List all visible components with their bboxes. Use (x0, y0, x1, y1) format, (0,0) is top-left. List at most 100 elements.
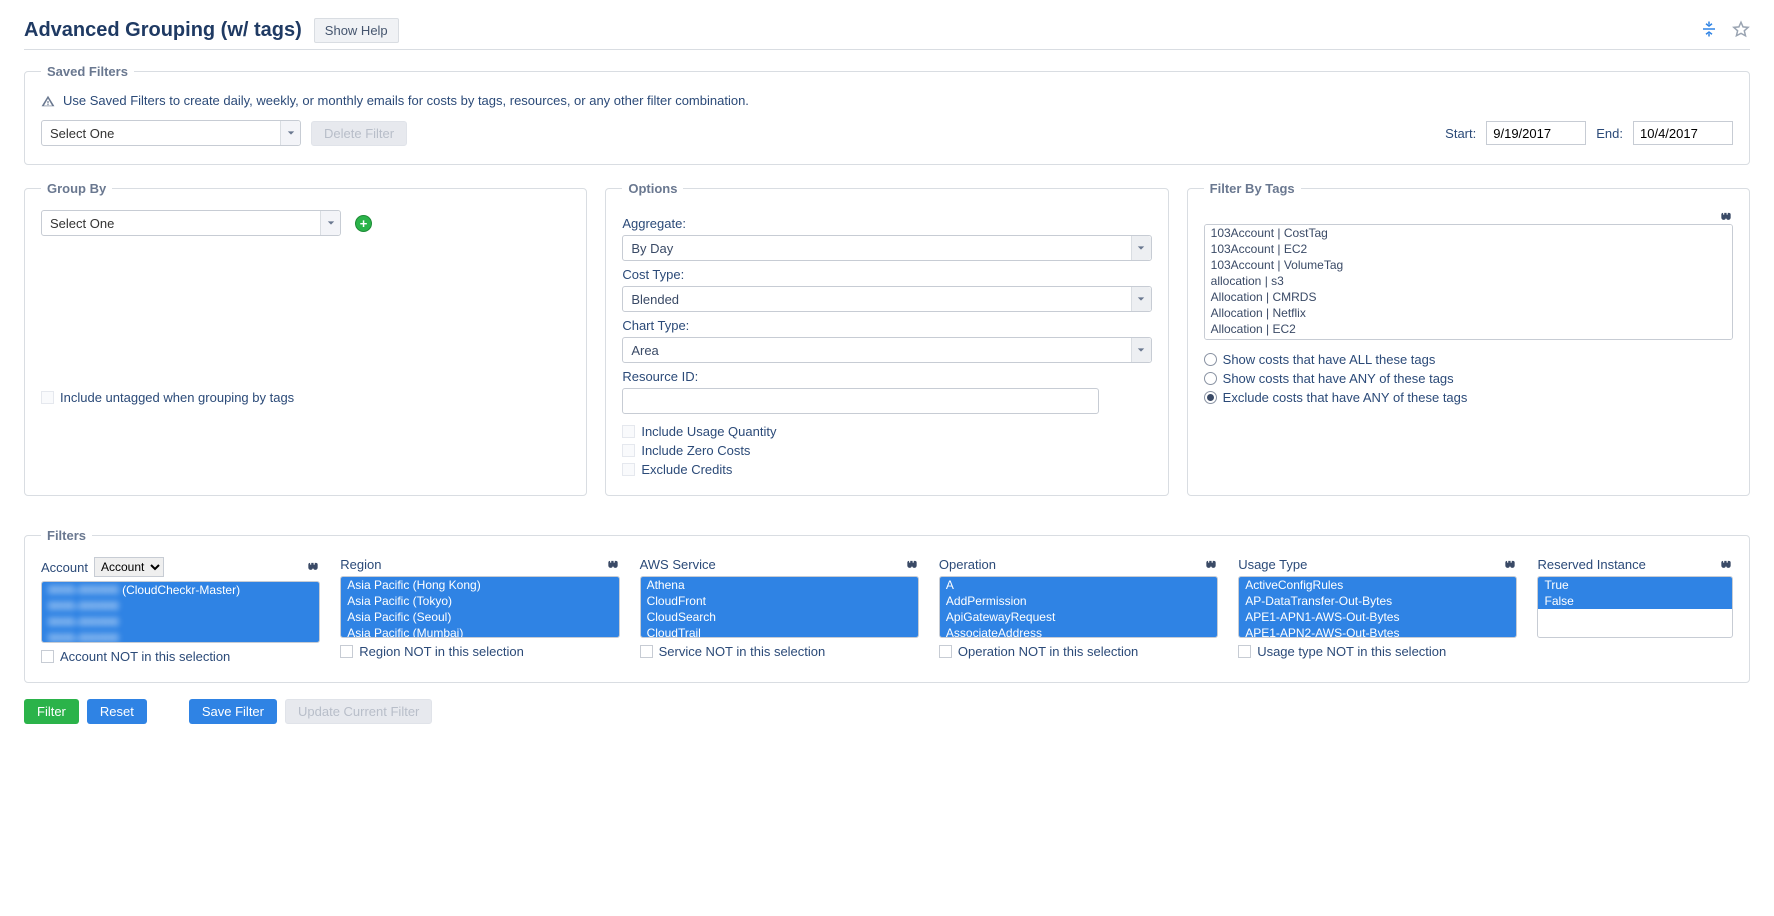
aggregate-select[interactable]: By Day (622, 235, 1151, 261)
list-item[interactable]: 0000-000000 (CloudCheckr-Master) (42, 582, 319, 598)
list-item[interactable]: Asia Pacific (Mumbai) (341, 625, 618, 638)
filter-by-tags-panel: Filter By Tags 103Account | CostTag103Ac… (1187, 181, 1750, 496)
list-item[interactable]: Allocation | Netflix (1205, 305, 1732, 321)
list-item[interactable]: CloudSearch (641, 609, 918, 625)
delete-filter-button[interactable]: Delete Filter (311, 121, 407, 146)
filters-legend: Filters (41, 528, 92, 543)
list-item[interactable]: 0000-000000 (42, 630, 319, 643)
list-item[interactable]: 0000-000000 (42, 614, 319, 630)
list-item[interactable]: ActiveConfigRules (1239, 577, 1516, 593)
checkbox-icon (622, 463, 635, 476)
aggregate-value: By Day (631, 241, 1130, 256)
list-item[interactable]: A (940, 577, 1217, 593)
list-item[interactable]: Allocation | CMRDS (1205, 289, 1732, 305)
usage-type-not-checkbox[interactable]: Usage type NOT in this selection (1238, 644, 1517, 659)
list-item[interactable]: APE1-APN2-AWS-Out-Bytes (1239, 625, 1516, 638)
exclude-credits-label: Exclude Credits (641, 462, 732, 477)
list-item[interactable]: Asia Pacific (Tokyo) (341, 593, 618, 609)
region-listbox[interactable]: Asia Pacific (Hong Kong)Asia Pacific (To… (340, 576, 619, 638)
list-item[interactable]: ApiGatewayRequest (940, 609, 1217, 625)
list-item[interactable]: 103Account | EC2 (1205, 241, 1732, 257)
info-message: Use Saved Filters to create daily, weekl… (41, 93, 1733, 108)
account-type-select[interactable]: Account (94, 557, 164, 577)
checkbox-icon (622, 425, 635, 438)
service-not-label: Service NOT in this selection (659, 644, 826, 659)
chart-type-select[interactable]: Area (622, 337, 1151, 363)
filter-usage-type-label: Usage Type (1238, 557, 1307, 572)
resource-id-label: Resource ID: (622, 369, 1151, 384)
reset-button[interactable]: Reset (87, 699, 147, 724)
service-not-checkbox[interactable]: Service NOT in this selection (640, 644, 919, 659)
end-date-input[interactable] (1633, 121, 1733, 145)
saved-filter-select[interactable]: Select One (41, 120, 301, 146)
radio-exclude-tags[interactable]: Exclude costs that have ANY of these tag… (1204, 390, 1733, 405)
aws-service-listbox[interactable]: AthenaCloudFrontCloudSearchCloudTrail (640, 576, 919, 638)
list-item[interactable]: Athena (641, 577, 918, 593)
update-filter-button[interactable]: Update Current Filter (285, 699, 432, 724)
binoculars-icon[interactable] (1719, 210, 1733, 224)
list-item[interactable]: Allocation | EC2 (1205, 321, 1732, 337)
binoculars-icon[interactable] (1204, 558, 1218, 572)
operation-not-checkbox[interactable]: Operation NOT in this selection (939, 644, 1218, 659)
include-zero-costs-checkbox[interactable]: Include Zero Costs (622, 443, 1151, 458)
group-by-select[interactable]: Select One (41, 210, 341, 236)
filter-account: Account Account 0000-000000 (CloudCheckr… (41, 557, 320, 664)
cost-type-select[interactable]: Blended (622, 286, 1151, 312)
list-item[interactable]: CloudFront (641, 593, 918, 609)
list-item[interactable]: 103Account | VolumeTag (1205, 257, 1732, 273)
binoculars-icon[interactable] (1503, 558, 1517, 572)
start-date-input[interactable] (1486, 121, 1586, 145)
show-help-button[interactable]: Show Help (314, 18, 399, 43)
radio-icon (1204, 353, 1217, 366)
region-not-checkbox[interactable]: Region NOT in this selection (340, 644, 619, 659)
list-item[interactable]: 103Account | CostTag (1205, 225, 1732, 241)
list-item[interactable]: allocation | s3 (1205, 273, 1732, 289)
account-listbox[interactable]: 0000-000000 (CloudCheckr-Master)0000-000… (41, 581, 320, 643)
operation-listbox[interactable]: AAddPermissionApiGatewayRequestAssociate… (939, 576, 1218, 638)
radio-icon (1204, 391, 1217, 404)
usage-type-listbox[interactable]: ActiveConfigRulesAP-DataTransfer-Out-Byt… (1238, 576, 1517, 638)
account-not-checkbox[interactable]: Account NOT in this selection (41, 649, 320, 664)
checkbox-icon (41, 650, 54, 663)
list-item[interactable]: AP-DataTransfer-Out-Bytes (1239, 593, 1516, 609)
list-item[interactable]: Asia Pacific (Seoul) (341, 609, 618, 625)
aggregate-label: Aggregate: (622, 216, 1151, 231)
region-not-label: Region NOT in this selection (359, 644, 524, 659)
include-untagged-checkbox[interactable]: Include untagged when grouping by tags (41, 390, 570, 405)
operation-not-label: Operation NOT in this selection (958, 644, 1138, 659)
binoculars-icon[interactable] (905, 558, 919, 572)
list-item[interactable]: False (1538, 593, 1732, 609)
list-item[interactable]: AssociateAddress (940, 625, 1217, 638)
filter-button[interactable]: Filter (24, 699, 79, 724)
collapse-icon[interactable] (1700, 20, 1718, 41)
list-item[interactable]: CloudTrail (641, 625, 918, 638)
radio-any-tags[interactable]: Show costs that have ANY of these tags (1204, 371, 1733, 386)
resource-id-input[interactable] (622, 388, 1098, 414)
header-icons (1700, 20, 1750, 41)
exclude-credits-checkbox[interactable]: Exclude Credits (622, 462, 1151, 477)
include-usage-qty-checkbox[interactable]: Include Usage Quantity (622, 424, 1151, 439)
list-item[interactable]: AddPermission (940, 593, 1217, 609)
star-icon[interactable] (1732, 20, 1750, 41)
list-item[interactable]: APE1-APN1-AWS-Out-Bytes (1239, 609, 1516, 625)
binoculars-icon[interactable] (1719, 558, 1733, 572)
tags-listbox[interactable]: 103Account | CostTag103Account | EC2103A… (1204, 224, 1733, 340)
filter-account-label: Account (41, 560, 88, 575)
filter-region-label: Region (340, 557, 381, 572)
radio-all-tags[interactable]: Show costs that have ALL these tags (1204, 352, 1733, 367)
list-item[interactable]: 0000-000000 (42, 598, 319, 614)
radio-any-label: Show costs that have ANY of these tags (1223, 371, 1454, 386)
reserved-instance-listbox[interactable]: TrueFalse (1537, 576, 1733, 638)
filter-by-tags-legend: Filter By Tags (1204, 181, 1301, 196)
binoculars-icon[interactable] (306, 560, 320, 574)
list-item[interactable]: Asia Pacific (Hong Kong) (341, 577, 618, 593)
chevron-down-icon (280, 121, 300, 145)
list-item[interactable]: True (1538, 577, 1732, 593)
add-group-icon[interactable]: + (355, 215, 372, 232)
save-filter-button[interactable]: Save Filter (189, 699, 277, 724)
checkbox-icon (340, 645, 353, 658)
filter-reserved-instance-label: Reserved Instance (1537, 557, 1645, 572)
chevron-down-icon (1131, 338, 1151, 362)
binoculars-icon[interactable] (606, 558, 620, 572)
chevron-down-icon (320, 211, 340, 235)
